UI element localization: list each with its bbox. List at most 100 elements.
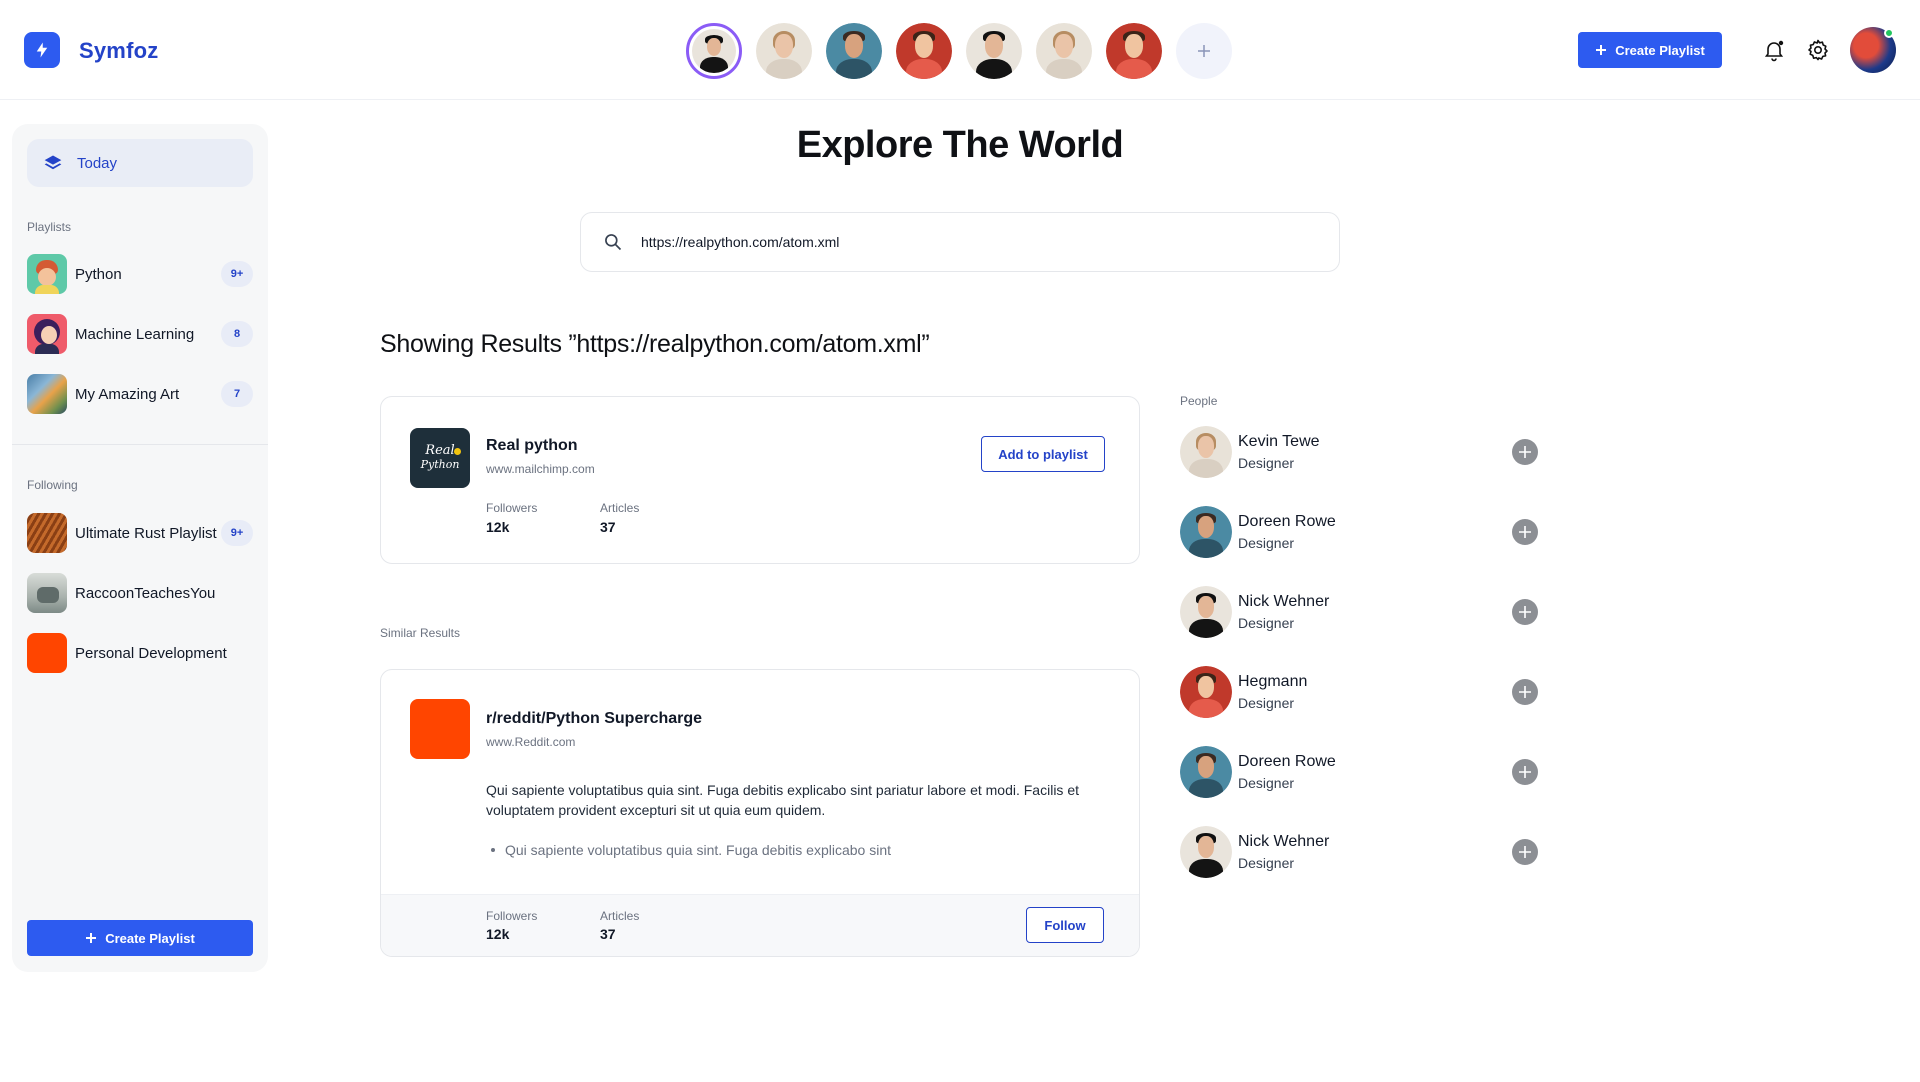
plus-icon — [1519, 686, 1531, 698]
create-playlist-button[interactable]: Create Playlist — [1578, 32, 1722, 68]
sidebar-item-label: My Amazing Art — [75, 385, 180, 403]
sidebar-item-personal-development[interactable]: Personal Development — [27, 633, 253, 673]
add-person-button[interactable] — [1512, 679, 1538, 705]
person-row: Kevin Tewe Designer — [1180, 426, 1540, 478]
person-row: Hegmann Designer — [1180, 666, 1540, 718]
articles-label: Articles — [600, 909, 640, 923]
plus-icon — [86, 933, 97, 943]
person-row: Doreen Rowe Designer — [1180, 746, 1540, 798]
card-title[interactable]: r/reddit/Python Supercharge — [486, 710, 702, 728]
followers-label: Followers — [486, 501, 538, 515]
gear-icon[interactable] — [1806, 38, 1830, 62]
reddit-logo — [410, 699, 470, 759]
sidebar-item-label: Machine Learning — [75, 325, 195, 343]
story-avatar[interactable] — [756, 23, 812, 79]
followers-count: 12k — [486, 926, 510, 942]
raccoon-thumbnail — [27, 573, 67, 613]
add-person-button[interactable] — [1512, 759, 1538, 785]
person-name[interactable]: Kevin Tewe — [1238, 433, 1320, 451]
add-person-button[interactable] — [1512, 839, 1538, 865]
lightning-icon — [36, 42, 48, 58]
add-to-playlist-button[interactable]: Add to playlist — [981, 436, 1105, 472]
sidebar-item-machine-learning[interactable]: Machine Learning 8 — [27, 314, 253, 354]
sidebar-item-label: Python — [75, 265, 122, 283]
person-name[interactable]: Hegmann — [1238, 673, 1307, 691]
machine-learning-thumbnail — [27, 314, 67, 354]
people-heading: People — [1180, 394, 1218, 408]
story-avatar[interactable] — [1036, 23, 1092, 79]
sidebar-item-label: Ultimate Rust Playlist — [75, 524, 217, 542]
logo[interactable] — [24, 32, 60, 68]
real-python-logo: Real Python — [410, 428, 470, 488]
story-avatar[interactable] — [966, 23, 1022, 79]
avatar[interactable] — [1180, 426, 1232, 478]
plus-icon — [1519, 526, 1531, 538]
add-person-button[interactable] — [1512, 519, 1538, 545]
story-avatar[interactable] — [826, 23, 882, 79]
plus-icon — [1198, 45, 1210, 57]
stories-bar — [686, 23, 1232, 79]
story-avatar[interactable] — [896, 23, 952, 79]
avatar[interactable] — [1180, 826, 1232, 878]
avatar[interactable] — [1180, 506, 1232, 558]
sidebar: Today Playlists Python 9+ Machine Learni… — [12, 124, 268, 972]
plus-icon — [1519, 846, 1531, 858]
person-row: Nick Wehner Designer — [1180, 826, 1540, 878]
person-role: Designer — [1238, 615, 1295, 631]
count-badge: 9+ — [221, 520, 253, 546]
articles-label: Articles — [600, 501, 640, 515]
story-avatar[interactable] — [1106, 23, 1162, 79]
sidebar-item-raccoonteachesyou[interactable]: RaccoonTeachesYou — [27, 573, 253, 613]
logo-dot — [454, 448, 461, 455]
person-name[interactable]: Nick Wehner — [1238, 593, 1329, 611]
today-label: Today — [77, 154, 118, 172]
avatar[interactable] — [1180, 586, 1232, 638]
search-input[interactable] — [641, 234, 1241, 250]
person-name[interactable]: Doreen Rowe — [1238, 753, 1336, 771]
following-heading: Following — [27, 478, 78, 492]
bell-icon[interactable] — [1762, 38, 1786, 62]
similar-results-heading: Similar Results — [380, 626, 461, 640]
card-url[interactable]: www.mailchimp.com — [486, 462, 595, 476]
avatar[interactable] — [1180, 746, 1232, 798]
bullet-dot — [491, 848, 495, 852]
person-role: Designer — [1238, 695, 1295, 711]
plus-icon — [1596, 45, 1607, 55]
create-playlist-label: Create Playlist — [105, 930, 195, 946]
results-heading: Showing Results ”https://realpython.com/… — [380, 330, 930, 358]
page-title: Explore The World — [796, 124, 1124, 166]
python-thumbnail — [27, 254, 67, 294]
bullet-text: Qui sapiente voluptatibus quia sint. Fug… — [505, 842, 892, 858]
sidebar-item-python[interactable]: Python 9+ — [27, 254, 253, 294]
result-card-real-python: Real Python Real python www.mailchimp.co… — [380, 396, 1140, 564]
articles-count: 37 — [600, 926, 616, 942]
person-name[interactable]: Nick Wehner — [1238, 833, 1329, 851]
avatar[interactable] — [1180, 666, 1232, 718]
card-title[interactable]: Real python — [486, 437, 578, 455]
card-description: Qui sapiente voluptatibus quia sint. Fug… — [486, 782, 1079, 818]
sidebar-item-my-amazing-art[interactable]: My Amazing Art 7 — [27, 374, 253, 414]
person-name[interactable]: Doreen Rowe — [1238, 513, 1336, 531]
add-person-button[interactable] — [1512, 599, 1538, 625]
top-bar: Symfoz Create Playlist — [0, 0, 1920, 100]
count-badge: 7 — [221, 381, 253, 407]
sidebar-item-label: Personal Development — [75, 644, 227, 662]
add-story-button[interactable] — [1176, 23, 1232, 79]
search-bar[interactable] — [580, 212, 1340, 272]
rust-thumbnail — [27, 513, 67, 553]
plus-icon — [1519, 766, 1531, 778]
person-role: Designer — [1238, 855, 1295, 871]
articles-count: 37 — [600, 519, 616, 535]
sidebar-item-today[interactable]: Today — [27, 139, 253, 187]
story-avatar[interactable] — [686, 23, 742, 79]
card-url[interactable]: www.Reddit.com — [486, 735, 575, 749]
add-person-button[interactable] — [1512, 439, 1538, 465]
layers-icon — [44, 155, 62, 170]
logo-text: Python — [420, 458, 460, 471]
create-playlist-label: Create Playlist — [1615, 42, 1705, 58]
follow-button[interactable]: Follow — [1026, 907, 1104, 943]
sidebar-item-ultimate-rust-playlist[interactable]: Ultimate Rust Playlist 9+ — [27, 513, 253, 553]
sidebar-create-playlist-button[interactable]: Create Playlist — [27, 920, 253, 956]
person-role: Designer — [1238, 535, 1295, 551]
playlists-heading: Playlists — [27, 220, 72, 234]
